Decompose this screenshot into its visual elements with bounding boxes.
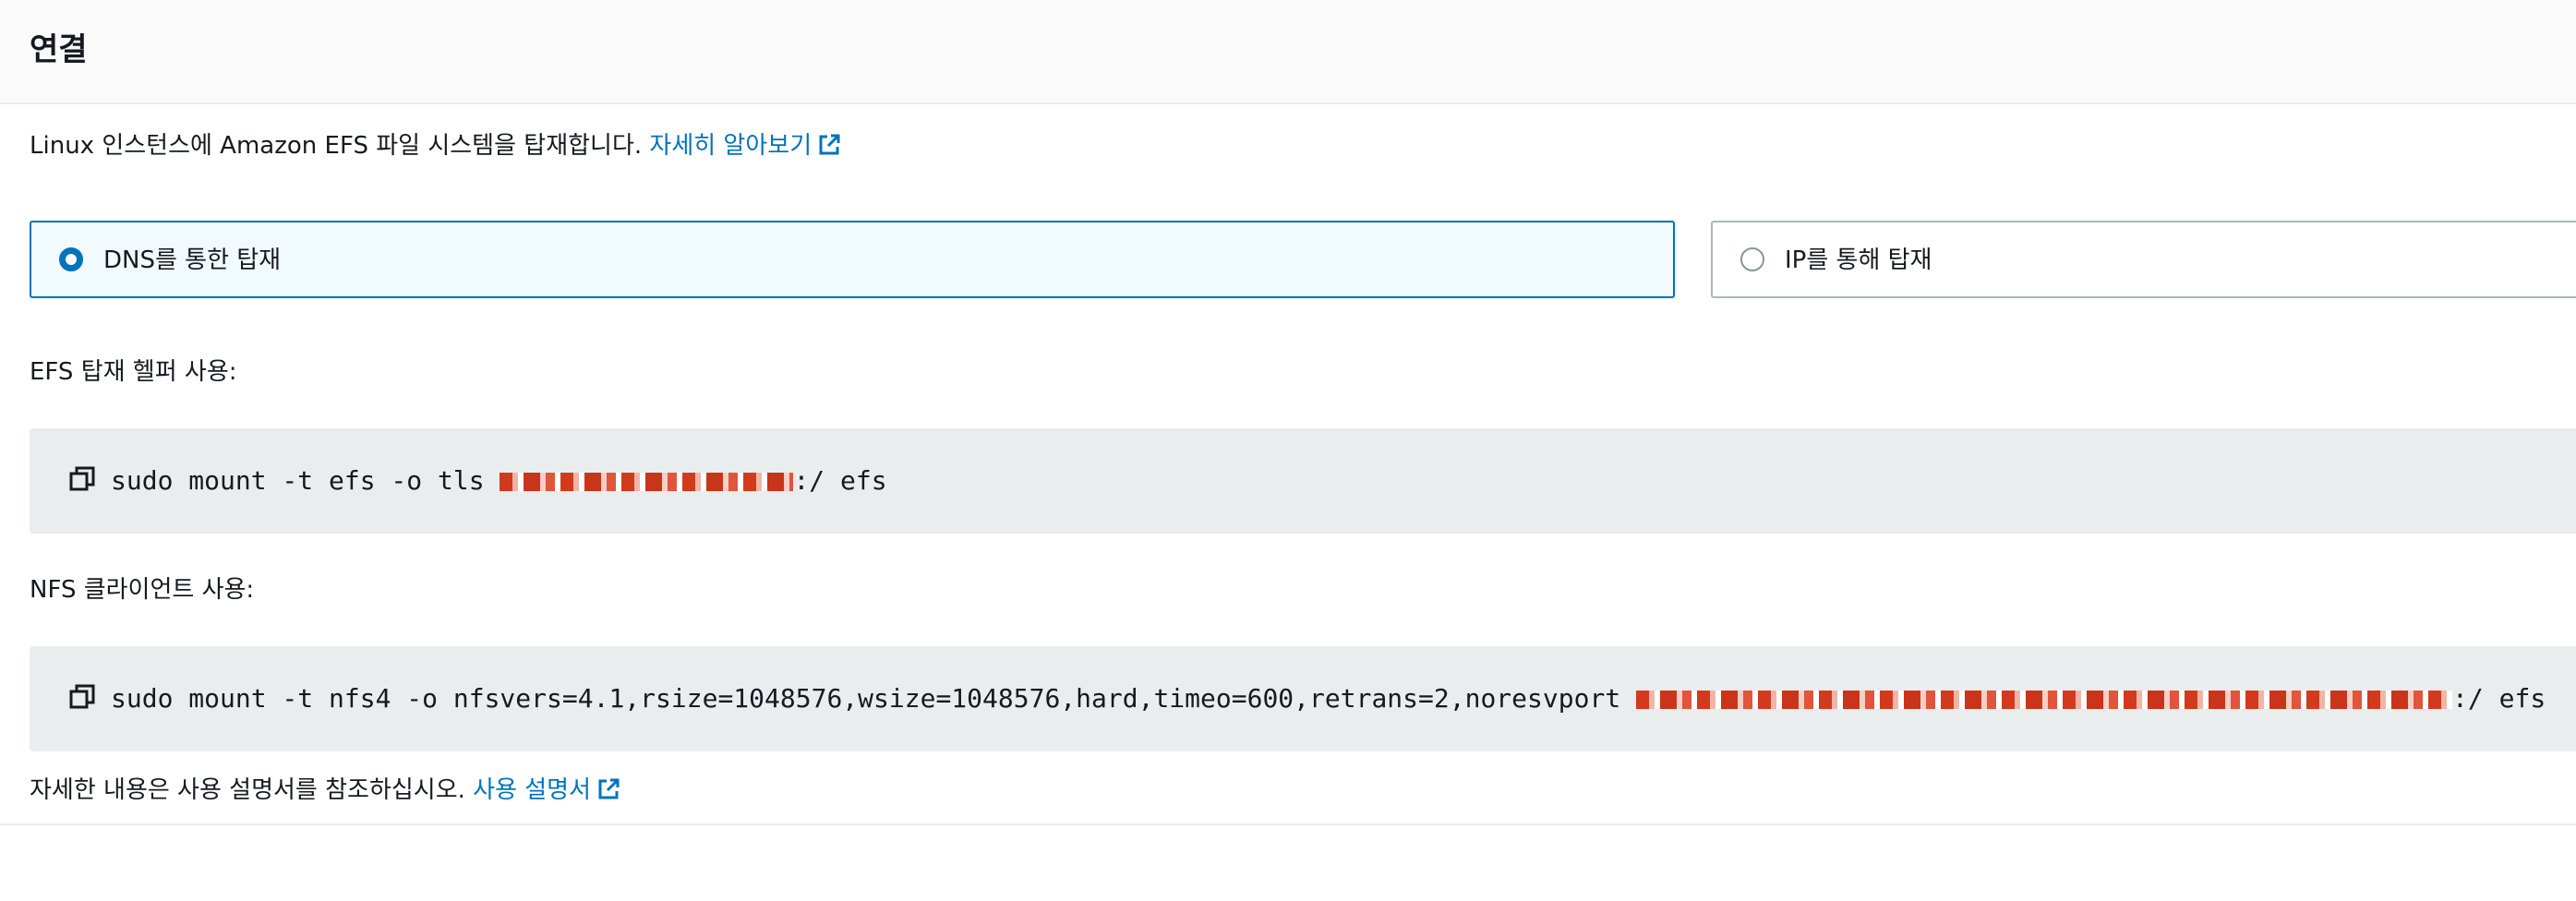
footer-description: 자세한 내용은 사용 설명서를 참조하십시오.	[30, 776, 474, 804]
efs-helper-label: EFS 탑재 헬퍼 사용:	[30, 358, 237, 386]
nfs-client-command-prefix: sudo mount -t nfs4 -o nfsvers=4.1,rsize=…	[111, 683, 1637, 714]
external-link-icon	[598, 778, 620, 799]
mount-via-ip-label: IP를 통해 탑재	[1785, 246, 1932, 274]
nfs-client-command-suffix: :/ efs	[2452, 683, 2546, 714]
footer-note: 자세한 내용은 사용 설명서를 참조하십시오. 사용 설명서	[30, 772, 620, 809]
learn-more-link-label: 자세히 알아보기	[649, 132, 813, 160]
efs-helper-command-suffix: :/ efs	[793, 465, 887, 496]
mount-via-dns-label: DNS를 통한 탑재	[103, 246, 282, 274]
nfs-client-code-block: sudo mount -t nfs4 -o nfsvers=4.1,rsize=…	[30, 646, 2576, 751]
mount-via-ip-option[interactable]: IP를 통해 탑재	[1711, 221, 2576, 298]
efs-helper-command: sudo mount -t efs -o tls :/ efs	[111, 462, 887, 500]
radio-button-selected[interactable]	[59, 247, 83, 271]
intro-description: Linux 인스턴스에 Amazon EFS 파일 시스템을 탑재합니다.	[30, 132, 650, 160]
user-guide-link[interactable]: 사용 설명서	[473, 776, 620, 804]
efs-helper-code-block: sudo mount -t efs -o tls :/ efs	[30, 428, 2576, 534]
mount-via-dns-option[interactable]: DNS를 통한 탑재	[30, 221, 1675, 298]
section-divider	[0, 823, 2576, 825]
nfs-client-command: sudo mount -t nfs4 -o nfsvers=4.1,rsize=…	[111, 679, 2546, 718]
radio-button-unselected[interactable]	[1740, 247, 1764, 271]
external-link-icon	[819, 134, 840, 155]
redacted-dns-name	[1636, 691, 2453, 709]
redacted-file-system-id	[500, 473, 794, 491]
copy-icon[interactable]	[68, 683, 96, 711]
user-guide-link-label: 사용 설명서	[473, 776, 592, 804]
panel-header: 연결	[0, 0, 2576, 104]
panel-title: 연결	[30, 31, 88, 68]
efs-helper-command-prefix: sudo mount -t efs -o tls	[111, 465, 500, 496]
copy-icon[interactable]	[68, 465, 96, 493]
intro-text: Linux 인스턴스에 Amazon EFS 파일 시스템을 탑재합니다. 자세…	[30, 127, 841, 164]
nfs-client-label: NFS 클라이언트 사용:	[30, 576, 255, 604]
learn-more-link[interactable]: 자세히 알아보기	[649, 132, 841, 160]
